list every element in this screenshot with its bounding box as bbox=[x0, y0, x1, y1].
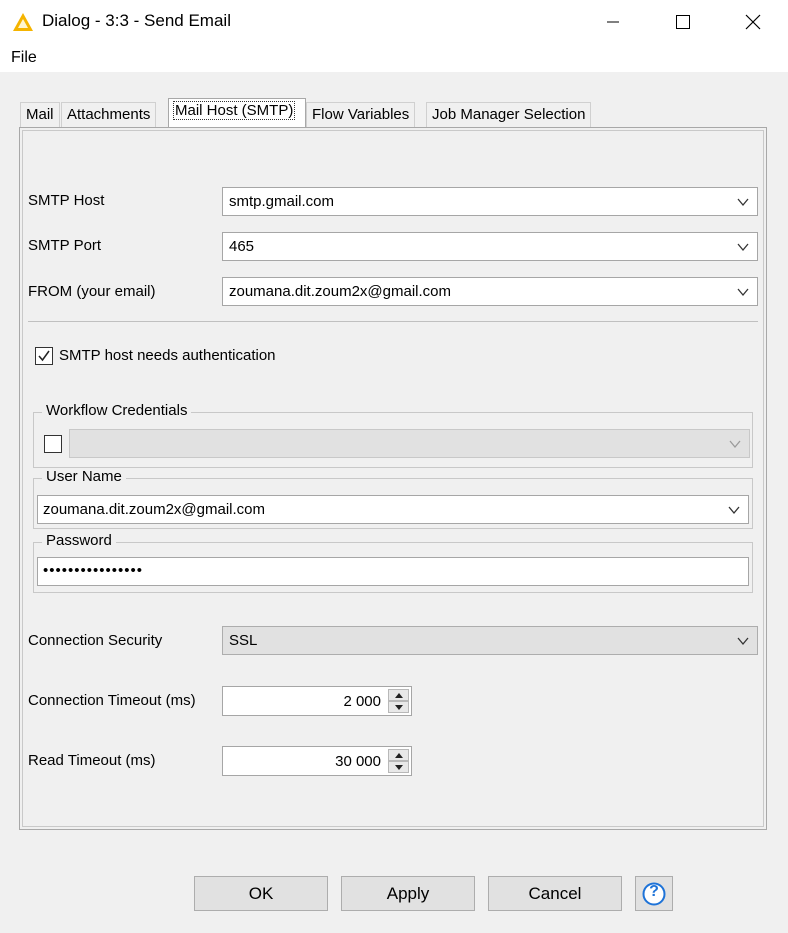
tab-flow-variables[interactable]: Flow Variables bbox=[306, 102, 416, 127]
read-timeout-spinner[interactable]: 30 000 bbox=[222, 746, 412, 776]
chevron-down-icon bbox=[737, 243, 749, 252]
read-timeout-value: 30 000 bbox=[335, 753, 381, 770]
checkmark-icon bbox=[38, 350, 50, 362]
menu-file[interactable]: File bbox=[11, 49, 37, 67]
ok-button[interactable]: OK bbox=[194, 876, 328, 911]
workflow-credentials-checkbox[interactable] bbox=[44, 435, 62, 453]
help-button[interactable]: ? bbox=[635, 876, 673, 911]
maximize-icon bbox=[676, 15, 690, 29]
caret-down-icon bbox=[394, 764, 403, 770]
chevron-down-icon bbox=[737, 637, 749, 646]
from-label: FROM (your email) bbox=[28, 283, 156, 300]
close-icon bbox=[745, 14, 761, 30]
spin-up-button[interactable] bbox=[388, 749, 409, 761]
minimize-button[interactable] bbox=[590, 0, 636, 44]
tab-job-manager-selection[interactable]: Job Manager Selection bbox=[426, 102, 592, 127]
connection-security-combo[interactable]: SSL bbox=[222, 626, 758, 655]
connection-timeout-spinner[interactable]: 2 000 bbox=[222, 686, 412, 716]
smtp-port-value: 465 bbox=[229, 238, 255, 255]
read-timeout-label: Read Timeout (ms) bbox=[28, 752, 156, 769]
spin-down-button[interactable] bbox=[388, 701, 409, 713]
close-window-button[interactable] bbox=[730, 0, 776, 44]
maximize-button[interactable] bbox=[660, 0, 706, 44]
title-bar: Dialog - 3:3 - Send Email bbox=[0, 0, 788, 44]
from-combo[interactable]: zoumana.dit.zoum2x@gmail.com bbox=[222, 277, 758, 306]
chevron-down-icon bbox=[737, 288, 749, 297]
connection-security-value: SSL bbox=[229, 632, 258, 649]
caret-up-icon bbox=[394, 692, 403, 698]
smtp-host-label: SMTP Host bbox=[28, 192, 105, 209]
menu-bar: File bbox=[0, 44, 788, 72]
chevron-down-icon bbox=[729, 440, 741, 449]
tab-label: Flow Variables bbox=[312, 106, 410, 123]
chevron-down-icon bbox=[728, 506, 740, 515]
smtp-host-combo[interactable]: smtp.gmail.com bbox=[222, 187, 758, 216]
connection-timeout-value: 2 000 bbox=[343, 693, 381, 710]
password-field[interactable]: •••••••••••••••• bbox=[37, 557, 749, 586]
connection-security-label: Connection Security bbox=[28, 632, 163, 649]
caret-up-icon bbox=[394, 752, 403, 758]
workflow-credentials-combo[interactable] bbox=[69, 429, 750, 458]
tab-attachments[interactable]: Attachments bbox=[61, 102, 157, 127]
spin-up-button[interactable] bbox=[388, 689, 409, 701]
minimize-icon bbox=[607, 21, 619, 23]
user-name-value: zoumana.dit.zoum2x@gmail.com bbox=[43, 501, 265, 518]
user-name-title: User Name bbox=[42, 468, 126, 485]
tab-label: Mail bbox=[26, 106, 54, 123]
separator bbox=[28, 321, 758, 322]
window-title: Dialog - 3:3 - Send Email bbox=[42, 11, 231, 30]
tab-label: Attachments bbox=[67, 106, 151, 123]
auth-label: SMTP host needs authentication bbox=[59, 347, 276, 364]
connection-timeout-label: Connection Timeout (ms) bbox=[28, 692, 196, 709]
tab-label: Mail Host (SMTP) bbox=[172, 101, 296, 120]
tab-mail[interactable]: Mail bbox=[20, 102, 60, 127]
password-title: Password bbox=[42, 532, 116, 549]
smtp-port-label: SMTP Port bbox=[28, 237, 102, 254]
spin-down-button[interactable] bbox=[388, 761, 409, 773]
tab-label: Job Manager Selection bbox=[432, 106, 586, 123]
auth-checkbox[interactable] bbox=[35, 347, 53, 365]
smtp-port-combo[interactable]: 465 bbox=[222, 232, 758, 261]
help-label: ? bbox=[649, 883, 659, 900]
caret-down-icon bbox=[394, 704, 403, 710]
app-icon bbox=[12, 12, 34, 32]
workflow-credentials-title: Workflow Credentials bbox=[42, 402, 192, 419]
apply-button[interactable]: Apply bbox=[341, 876, 475, 911]
tab-mail-host-smtp[interactable]: Mail Host (SMTP) bbox=[168, 98, 306, 128]
password-value: •••••••••••••••• bbox=[43, 562, 144, 579]
cancel-button[interactable]: Cancel bbox=[488, 876, 622, 911]
from-value: zoumana.dit.zoum2x@gmail.com bbox=[229, 283, 451, 300]
smtp-host-value: smtp.gmail.com bbox=[229, 193, 335, 210]
chevron-down-icon bbox=[737, 198, 749, 207]
user-name-combo[interactable]: zoumana.dit.zoum2x@gmail.com bbox=[37, 495, 749, 524]
